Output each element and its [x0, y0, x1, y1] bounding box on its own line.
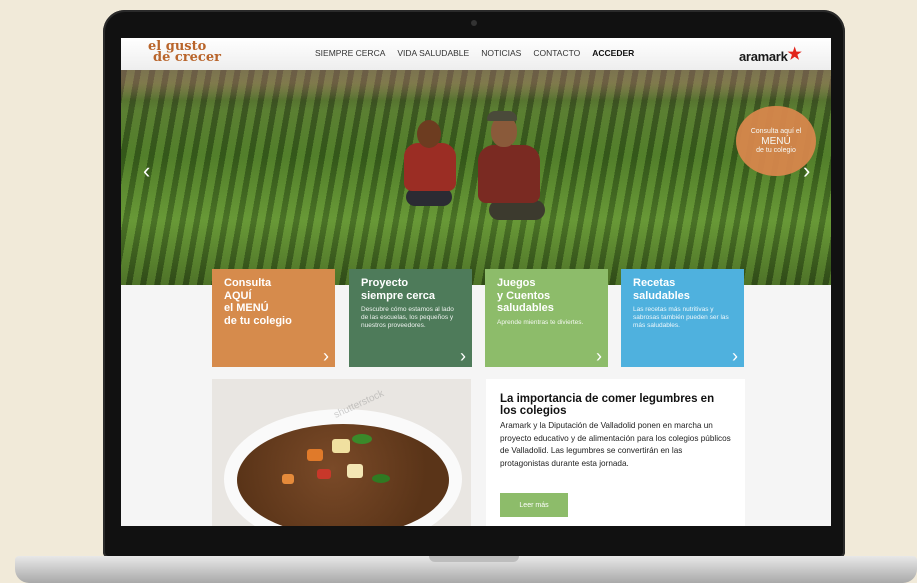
brand-logo[interactable]: aramark★ [739, 46, 802, 66]
nav-noticias[interactable]: NOTICIAS [481, 48, 521, 58]
vegetable-parsley [372, 474, 390, 483]
nav-vida-saludable[interactable]: VIDA SALUDABLE [397, 48, 469, 58]
farmer-man [478, 145, 540, 203]
nav-contacto[interactable]: CONTACTO [533, 48, 580, 58]
article-title[interactable]: La importancia de comer legumbres en los… [500, 393, 731, 417]
content-area: Consulta AQUÍ el MENÚ de tu colegio › Pr… [121, 269, 831, 526]
article-body: Aramark y la Diputación de Valladolid po… [500, 421, 731, 468]
chevron-right-icon: › [732, 346, 738, 366]
vegetable-potato [347, 464, 363, 478]
logo-line-2: de crecer [153, 50, 221, 65]
top-navigation: el gusto de crecer SIEMPRE CERCA VIDA SA… [121, 38, 831, 71]
camera-icon [471, 20, 477, 26]
laptop-base [15, 556, 917, 583]
tile-text: Las recetas más nutritivas y sabrosas ta… [633, 306, 729, 329]
farmer-man-cap [487, 111, 517, 121]
tile-text: Descubre cómo estamos al lado de las esc… [361, 306, 454, 329]
tile-proyecto-siempre-cerca[interactable]: Proyecto siempre cerca Descubre cómo est… [349, 269, 472, 367]
hero-banner: ‹ › Consulta aquí el MENÚ de tu colegio [121, 70, 831, 285]
nav-acceder[interactable]: ACCEDER [592, 48, 634, 58]
menu-badge-button[interactable]: Consulta aquí el MENÚ de tu colegio [736, 106, 816, 176]
chevron-right-icon: › [323, 346, 329, 366]
farmer-woman-head [417, 120, 441, 148]
farmer-woman [404, 143, 456, 191]
tile-text: Aprende mientras te diviertes. [497, 318, 584, 326]
vegetable-carrot [307, 449, 323, 461]
chevron-right-icon: › [460, 346, 466, 366]
badge-line-2: MENÚ [761, 135, 791, 147]
main-menu: SIEMPRE CERCA VIDA SALUDABLE NOTICIAS CO… [315, 48, 634, 58]
carousel-prev-icon[interactable]: ‹ [143, 158, 150, 184]
vegetable-carrot [282, 474, 294, 484]
vegetable-parsley [352, 434, 372, 444]
tile-title: Proyecto siempre cerca [361, 277, 435, 302]
star-icon: ★ [787, 46, 802, 63]
lentil-soup-image: shutterstock [212, 379, 471, 526]
news-article-card: La importancia de comer legumbres en los… [486, 379, 745, 526]
vegetable-pepper [317, 469, 331, 479]
badge-line-3: de tu colegio [756, 146, 796, 154]
site-logo[interactable]: el gusto de crecer [148, 40, 221, 65]
tile-title: Consulta AQUÍ el MENÚ de tu colegio [224, 277, 292, 327]
browser-screen: el gusto de crecer SIEMPRE CERCA VIDA SA… [121, 38, 831, 526]
laptop-notch [429, 556, 519, 562]
horizon-shade [121, 70, 831, 110]
tile-juegos-cuentos[interactable]: Juegos y Cuentos saludables Aprende mien… [485, 269, 608, 367]
badge-line-1: Consulta aquí el [750, 127, 802, 135]
tile-title: Recetas saludables [633, 277, 690, 302]
chevron-right-icon: › [596, 346, 602, 366]
read-more-button[interactable]: Leer más [500, 493, 568, 517]
tile-title: Juegos y Cuentos saludables [497, 277, 554, 314]
nav-siempre-cerca[interactable]: SIEMPRE CERCA [315, 48, 385, 58]
vegetable-potato [332, 439, 350, 453]
tile-consulta-menu[interactable]: Consulta AQUÍ el MENÚ de tu colegio › [212, 269, 335, 367]
farmer-man-legs [489, 200, 545, 220]
tile-recetas-saludables[interactable]: Recetas saludables Las recetas más nutri… [621, 269, 744, 367]
brand-name: aramark [739, 49, 788, 64]
